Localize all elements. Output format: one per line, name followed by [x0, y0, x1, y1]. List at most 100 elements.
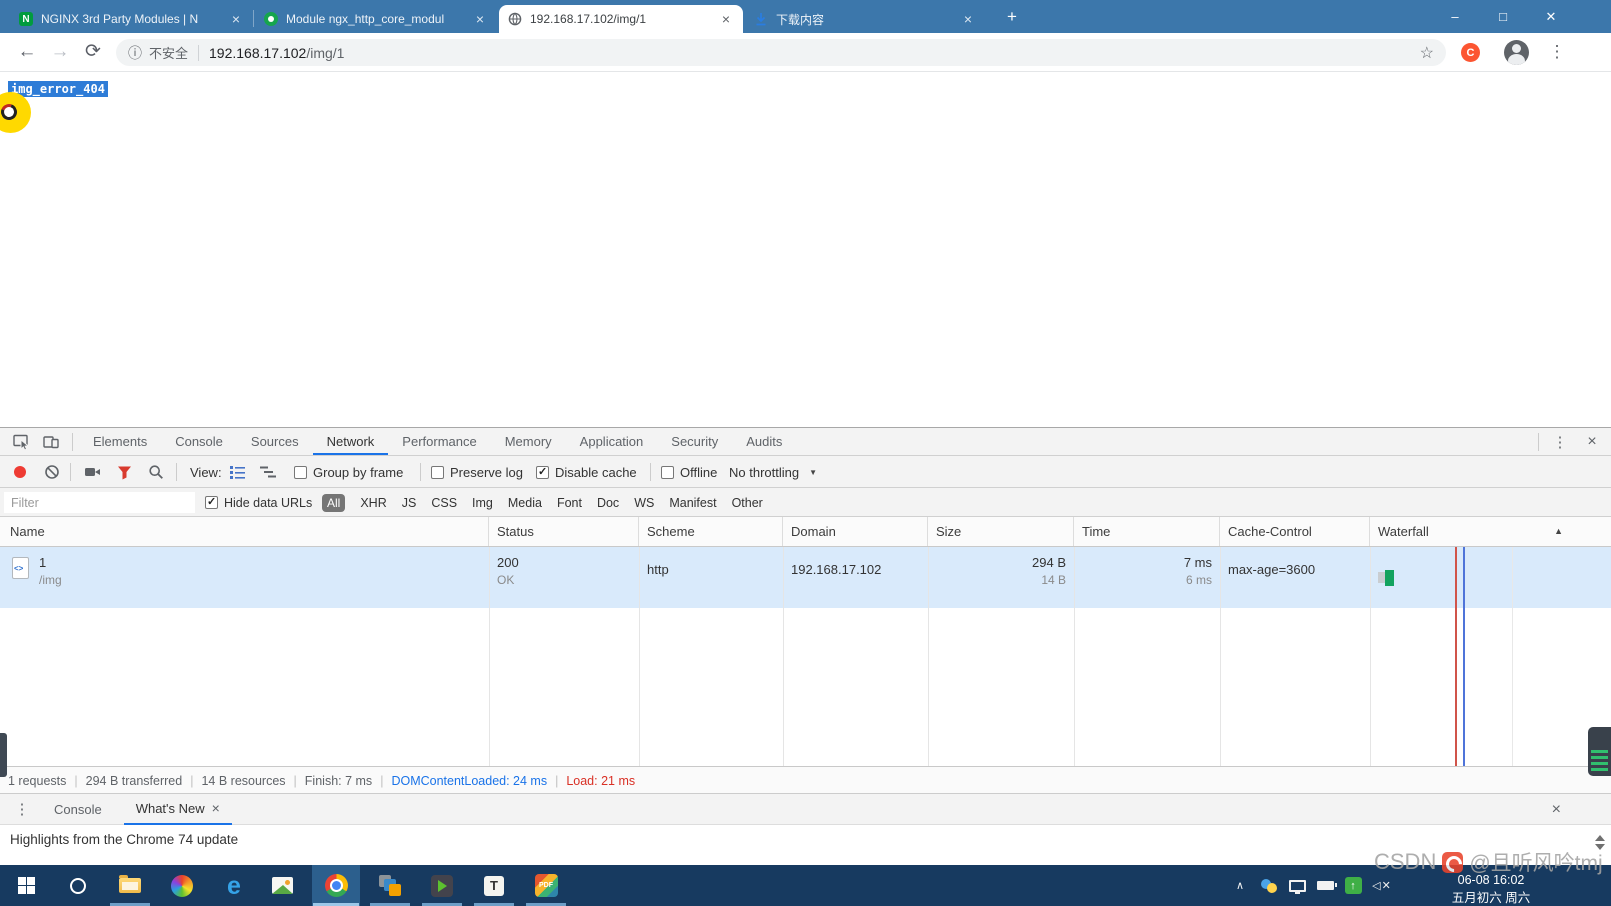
drawer-close-icon[interactable]: × [1552, 801, 1561, 819]
browser-tab-module-docs[interactable]: Module ngx_http_core_modul × [255, 5, 497, 33]
speaker-muted-icon [1372, 879, 1392, 892]
profile-avatar[interactable] [1504, 40, 1529, 65]
clear-button-icon[interactable] [44, 456, 60, 488]
chrome-button[interactable] [312, 865, 360, 906]
column-header-waterfall[interactable]: Waterfall ▲ [1370, 517, 1611, 546]
throttling-dropdown[interactable]: No throttling ▼ [729, 456, 817, 488]
tab-close-icon[interactable]: × [228, 11, 244, 27]
tab-security[interactable]: Security [657, 428, 732, 455]
extension-icon[interactable] [1461, 43, 1480, 62]
tab-performance[interactable]: Performance [388, 428, 490, 455]
filter-type-css[interactable]: CSS [431, 496, 457, 510]
new-tab-button[interactable]: + [1000, 6, 1024, 28]
browser-menu-icon[interactable]: ⋮ [1547, 42, 1567, 62]
bookmark-star-icon[interactable]: ☆ [1420, 43, 1434, 63]
scroll-up-icon[interactable] [1595, 835, 1605, 841]
separator: | [74, 774, 77, 788]
tab-close-icon[interactable]: × [960, 11, 976, 27]
tab-close-icon[interactable]: × [718, 11, 734, 27]
filter-type-manifest[interactable]: Manifest [669, 496, 716, 510]
window-minimize-button[interactable]: – [1432, 0, 1478, 33]
column-header-time[interactable]: Time [1074, 517, 1220, 546]
window-maximize-button[interactable]: □ [1480, 0, 1526, 33]
start-button[interactable] [2, 865, 50, 906]
filter-input[interactable] [4, 492, 195, 513]
tray-vmware-icon[interactable] [1256, 865, 1282, 906]
status-text: OK [497, 573, 631, 587]
toolbar-divider [1538, 433, 1539, 451]
search-icon[interactable] [148, 456, 164, 488]
watermark-handle: @且听风吟tmj [1469, 847, 1602, 877]
hide-data-urls-checkbox[interactable] [205, 488, 218, 517]
filter-type-font[interactable]: Font [557, 496, 582, 510]
devtools-menu-icon[interactable]: ⋮ [1547, 433, 1573, 451]
group-by-frame-checkbox[interactable] [294, 456, 307, 488]
back-button-icon[interactable]: ← [15, 40, 39, 64]
tab-elements[interactable]: Elements [79, 428, 161, 455]
drawer-menu-icon[interactable]: ⋮ [12, 800, 32, 818]
battery-icon [1317, 881, 1334, 890]
info-icon[interactable]: ⓘ [128, 43, 142, 63]
capture-screenshots-icon[interactable] [84, 456, 102, 488]
filter-type-img[interactable]: Img [472, 496, 493, 510]
image-viewer-button[interactable] [258, 865, 306, 906]
column-header-size[interactable]: Size [928, 517, 1074, 546]
address-bar[interactable]: ⓘ 不安全 192.168.17.102 /img/1 ☆ [116, 39, 1446, 66]
column-header-status[interactable]: Status [489, 517, 639, 546]
tab-memory[interactable]: Memory [491, 428, 566, 455]
forward-button-icon[interactable]: → [48, 40, 72, 64]
edge-button[interactable] [210, 865, 258, 906]
tab-application[interactable]: Application [566, 428, 658, 455]
summary-transferred: 294 B transferred [86, 774, 183, 788]
tray-upload-icon[interactable] [1340, 865, 1366, 906]
browser-tab-current[interactable]: 192.168.17.102/img/1 × [499, 5, 743, 33]
reload-button-icon[interactable]: ⟳ [81, 40, 105, 64]
tab-audits[interactable]: Audits [732, 428, 796, 455]
filter-type-doc[interactable]: Doc [597, 496, 619, 510]
filter-type-all[interactable]: All [322, 494, 345, 512]
media-app-button[interactable] [158, 865, 206, 906]
browser-tab-nginx[interactable]: NGINX 3rd Party Modules | N × [10, 5, 253, 33]
typora-button[interactable] [470, 865, 518, 906]
tab-console[interactable]: Console [161, 428, 237, 455]
offline-checkbox[interactable] [661, 456, 674, 488]
filter-type-ws[interactable]: WS [634, 496, 654, 510]
filter-type-media[interactable]: Media [508, 496, 542, 510]
browser-tab-downloads[interactable]: 下载内容 × [745, 5, 985, 33]
column-header-cache-control[interactable]: Cache-Control [1220, 517, 1370, 546]
inspect-element-icon[interactable] [12, 433, 30, 451]
summary-domcontentloaded: DOMContentLoaded: 24 ms [391, 774, 547, 788]
column-header-domain[interactable]: Domain [783, 517, 928, 546]
tab-close-icon[interactable]: × [472, 11, 488, 27]
devtools-close-icon[interactable]: × [1573, 433, 1611, 451]
cortana-button[interactable] [54, 865, 102, 906]
file-explorer-button[interactable] [106, 865, 154, 906]
drawer-tab-console[interactable]: Console [42, 794, 114, 825]
vmware-button[interactable] [366, 865, 414, 906]
column-header-name[interactable]: Name [0, 517, 489, 546]
drawer-tab-close-icon[interactable]: × [212, 793, 220, 824]
filter-type-js[interactable]: JS [402, 496, 417, 510]
device-toolbar-icon[interactable] [42, 433, 60, 451]
tab-sources[interactable]: Sources [237, 428, 313, 455]
window-close-button[interactable]: ✕ [1528, 0, 1574, 33]
large-rows-view-icon[interactable] [230, 456, 245, 488]
tab-network[interactable]: Network [313, 428, 389, 455]
tray-expand-button[interactable]: ∧ [1228, 865, 1252, 906]
screen-recorder-button[interactable] [418, 865, 466, 906]
url-host: 192.168.17.102 [209, 45, 306, 61]
column-header-scheme[interactable]: Scheme [639, 517, 783, 546]
cortana-icon [70, 878, 86, 894]
preserve-log-checkbox[interactable] [431, 456, 444, 488]
tray-battery-icon[interactable] [1312, 865, 1338, 906]
waterfall-view-icon[interactable] [260, 456, 276, 488]
filter-type-other[interactable]: Other [732, 496, 763, 510]
record-button[interactable] [14, 456, 26, 488]
disable-cache-checkbox[interactable] [536, 456, 549, 488]
pdf-reader-button[interactable] [522, 865, 570, 906]
module-favicon-icon [264, 12, 278, 26]
filter-type-xhr[interactable]: XHR [360, 496, 386, 510]
filter-funnel-icon[interactable] [117, 456, 132, 488]
tray-network-icon[interactable] [1284, 865, 1310, 906]
drawer-tab-whats-new[interactable]: What's New × [124, 794, 232, 825]
